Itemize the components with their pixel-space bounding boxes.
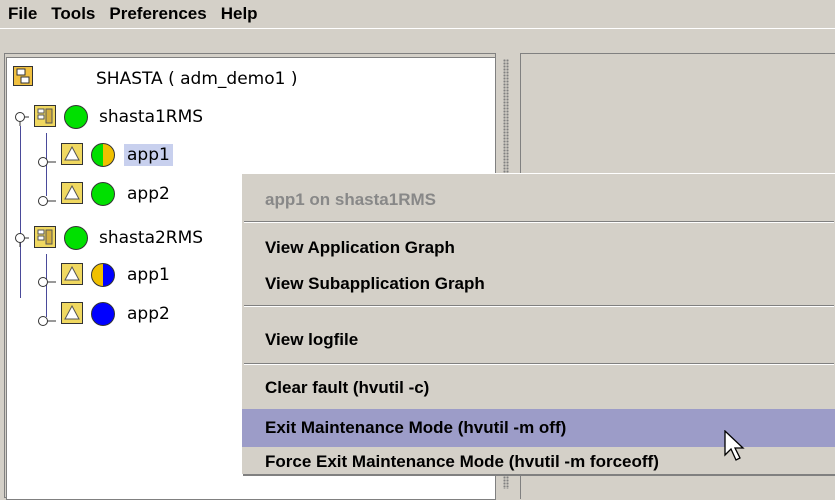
tree-node-label[interactable]: shasta2RMS xyxy=(99,227,203,249)
menu-help[interactable]: Help xyxy=(215,0,264,28)
tree-connector xyxy=(20,126,21,298)
view-subapplication-graph-item[interactable]: View Subapplication Graph xyxy=(242,265,835,303)
status-online-icon xyxy=(64,105,88,129)
menu-preferences[interactable]: Preferences xyxy=(103,0,212,28)
collapsed-knob-icon[interactable] xyxy=(38,191,56,210)
status-online-icon xyxy=(64,226,88,250)
expand-knob-icon[interactable] xyxy=(13,111,29,131)
status-partial-icon xyxy=(91,143,115,167)
status-online-icon xyxy=(91,182,115,206)
rms-node-icon xyxy=(34,105,56,131)
app-warning-icon xyxy=(61,302,83,328)
menu-separator xyxy=(244,363,834,365)
tree-node-label[interactable]: app2 xyxy=(127,183,170,205)
app-warning-icon xyxy=(61,263,83,289)
context-menu-header: app1 on shasta1RMS xyxy=(265,190,436,209)
expand-knob-icon[interactable] xyxy=(13,232,29,252)
collapsed-knob-icon[interactable] xyxy=(38,311,56,330)
view-application-graph-item[interactable]: View Application Graph xyxy=(242,229,835,267)
collapsed-knob-icon[interactable] xyxy=(38,152,56,171)
tree-node-label[interactable]: shasta1RMS xyxy=(99,106,203,128)
cluster-icon xyxy=(13,66,33,90)
menu-bar: File Tools Preferences Help xyxy=(0,0,835,29)
collapsed-knob-icon[interactable] xyxy=(38,272,56,291)
view-logfile-item[interactable]: View logfile xyxy=(242,321,835,359)
tree-node-label[interactable]: app2 xyxy=(127,303,170,325)
clear-fault-item[interactable]: Clear fault (hvutil -c) xyxy=(242,369,835,407)
rms-node-icon xyxy=(34,226,56,252)
context-menu: app1 on shasta1RMS View Application Grap… xyxy=(241,173,835,474)
menu-separator xyxy=(244,221,834,223)
tree-node-label[interactable]: app1 xyxy=(127,264,170,286)
app-warning-icon xyxy=(61,143,83,169)
menu-tools[interactable]: Tools xyxy=(45,0,101,28)
tree-node-label-selected[interactable]: app1 xyxy=(124,144,173,166)
exit-maintenance-mode-item[interactable]: Exit Maintenance Mode (hvutil -m off) xyxy=(242,409,835,447)
status-partial-icon xyxy=(91,263,115,287)
app-warning-icon xyxy=(61,182,83,208)
tree-root-label[interactable]: SHASTA ( adm_demo1 ) xyxy=(96,68,297,90)
status-offline-icon xyxy=(91,302,115,326)
menu-file[interactable]: File xyxy=(2,0,43,28)
force-exit-maintenance-mode-item[interactable]: Force Exit Maintenance Mode (hvutil -m f… xyxy=(242,449,835,474)
mouse-pointer-icon xyxy=(724,429,746,466)
menu-separator xyxy=(244,305,834,307)
